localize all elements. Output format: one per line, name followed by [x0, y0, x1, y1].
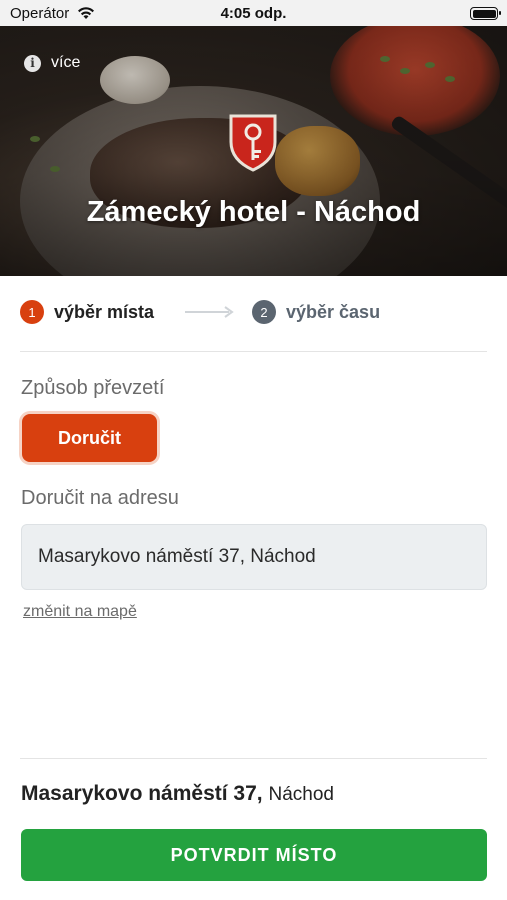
status-bar: Operátor 4:05 odp. [0, 0, 507, 26]
hero-banner: i více Zámecký hotel - Náchod [0, 26, 507, 276]
confirm-place-button[interactable]: POTVRDIT MÍSTO [21, 829, 487, 881]
clock: 4:05 odp. [220, 5, 287, 22]
step-number: 1 [20, 300, 44, 324]
more-info-label: více [51, 54, 81, 71]
step-number: 2 [252, 300, 276, 324]
more-info-button[interactable]: i více [24, 54, 80, 72]
address-field[interactable]: Masarykovo náměstí 37, Náchod [21, 524, 487, 590]
step-time: 2 výběr času [252, 300, 380, 324]
delivery-option-button[interactable]: Doručit [22, 414, 157, 462]
battery-icon [470, 7, 501, 20]
delivery-address-label: Doručit na adresu [21, 487, 179, 509]
pickup-method-label: Způsob převzetí [21, 377, 165, 399]
address-summary: Masarykovo náměstí 37, Náchod [21, 782, 334, 806]
hotel-logo-shield-icon [227, 112, 279, 177]
divider [20, 758, 487, 759]
step-label: výběr času [286, 301, 381, 322]
divider [20, 351, 487, 352]
step-place: 1 výběr místa [20, 300, 154, 324]
arrow-right-icon [185, 304, 235, 325]
step-indicator: 1 výběr místa 2 výběr času [20, 300, 487, 328]
summary-city: Náchod [268, 784, 334, 805]
change-on-map-link[interactable]: změnit na mapě [23, 603, 137, 621]
step-label: výběr místa [54, 301, 155, 322]
hotel-title: Zámecký hotel - Náchod [86, 196, 421, 228]
info-icon: i [24, 54, 41, 72]
summary-street: Masarykovo náměstí 37, [21, 782, 263, 805]
